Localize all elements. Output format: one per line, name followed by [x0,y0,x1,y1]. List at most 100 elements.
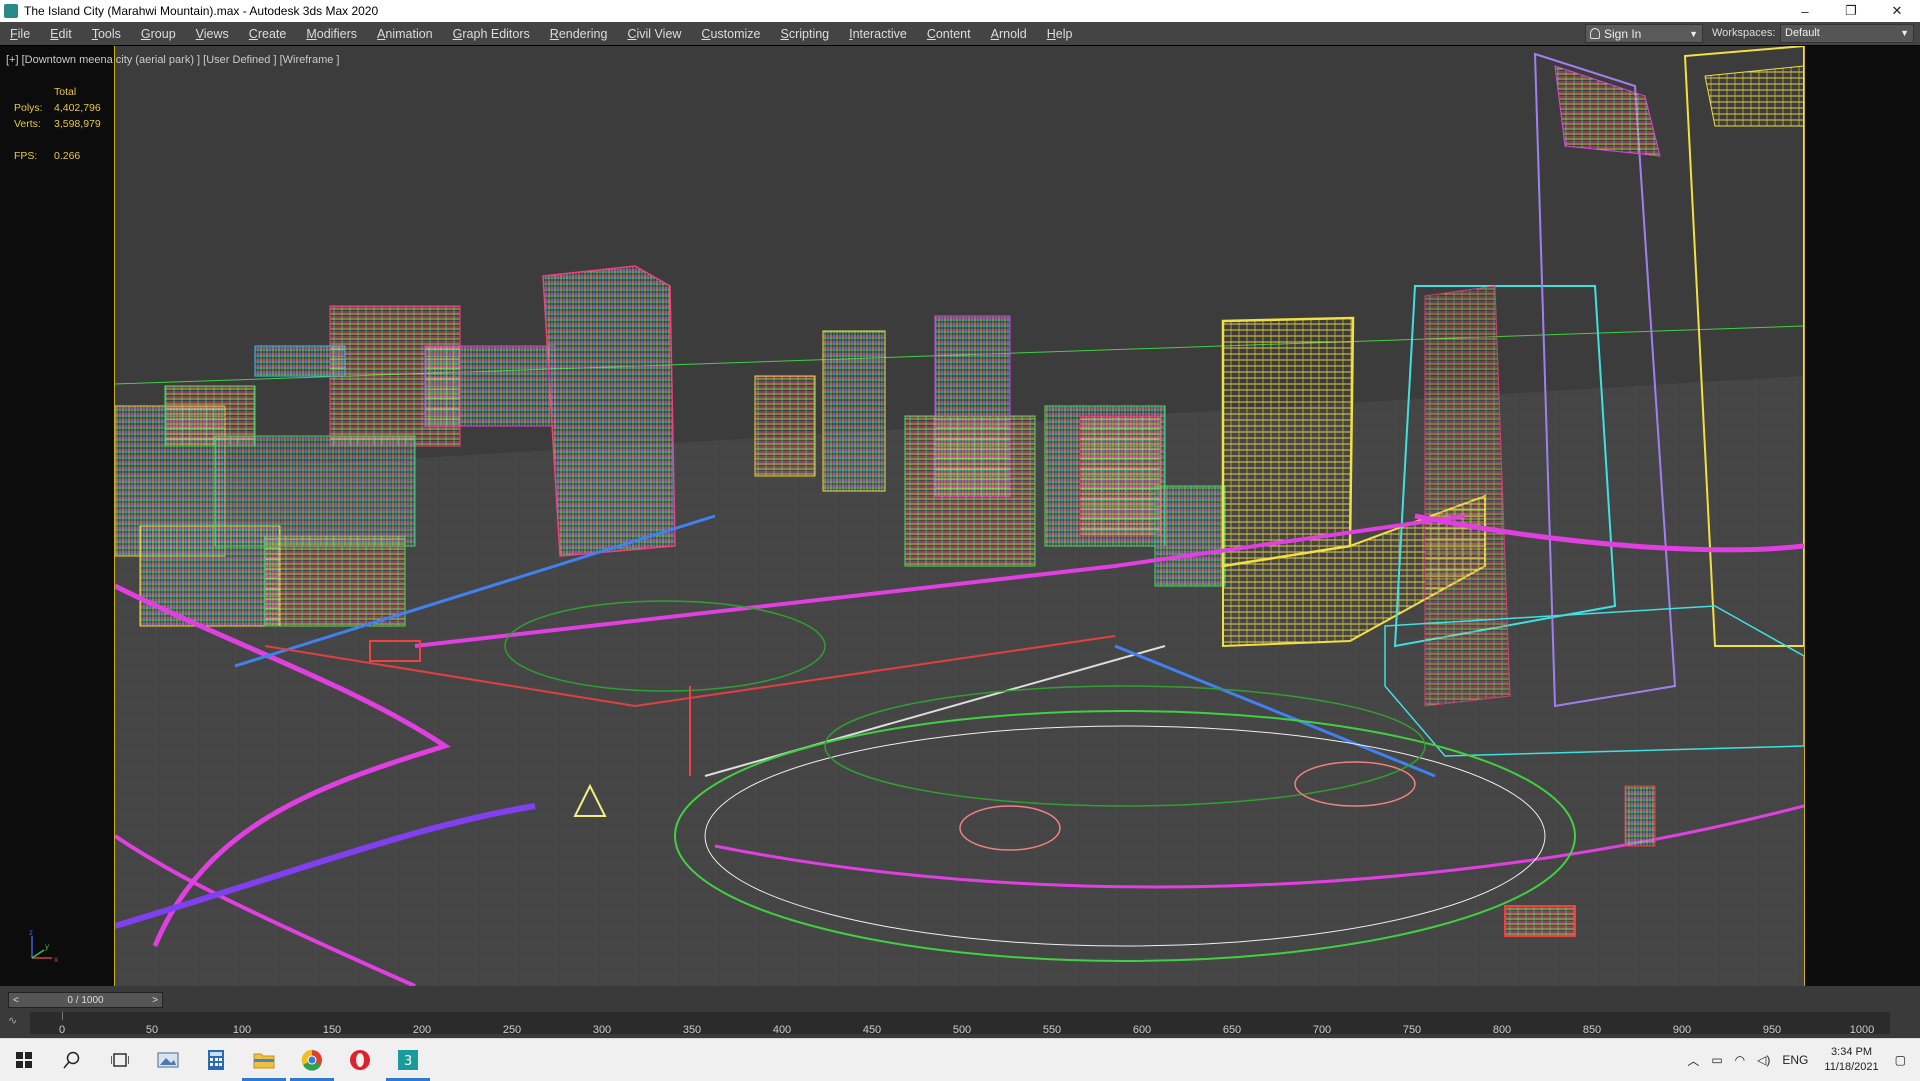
chrome-icon[interactable] [288,1039,336,1081]
prev-frame-button[interactable]: < [13,995,19,1006]
task-view-icon[interactable] [96,1039,144,1081]
svg-text:3: 3 [404,1054,412,1069]
verts-value: 3,598,979 [54,118,101,130]
clock-date: 11/18/2021 [1824,1061,1879,1073]
menu-customize[interactable]: Customize [691,27,770,41]
tick-label: 750 [1402,1024,1422,1036]
structure [1504,905,1576,937]
building [1154,485,1226,587]
tick-label: 850 [1582,1024,1602,1036]
polys-value: 4,402,796 [54,102,101,114]
calculator-app-icon[interactable] [192,1039,240,1081]
workspaces-select[interactable]: Default ▼ [1780,24,1914,43]
volume-icon[interactable]: ◁) [1757,1053,1770,1067]
menu-content[interactable]: Content [917,27,981,41]
wireframe-scene[interactable] [115,46,1804,986]
tick-label: 1000 [1849,1024,1875,1036]
user-icon [1590,28,1600,39]
minimize-button[interactable]: – [1782,0,1828,22]
menu-rendering[interactable]: Rendering [540,27,618,41]
menu-interactive[interactable]: Interactive [839,27,917,41]
viewport[interactable]: [+] [Downtown meena city (aerial park) ]… [0,46,1920,986]
sign-in-dropdown[interactable]: Sign In ▼ [1585,24,1703,43]
wifi-icon[interactable]: ◠ [1735,1053,1745,1067]
notifications-icon[interactable]: ▢ [1895,1053,1906,1067]
tick-label: 300 [592,1024,612,1036]
menu-edit[interactable]: Edit [40,27,82,41]
taskbar: 3 ︿ ▭ ◠ ◁) ENG 3:34 PM 11/18/2021 ▢ [0,1038,1920,1081]
tower [542,265,676,557]
tick-label: 800 [1492,1024,1512,1036]
building [754,375,816,477]
3ds-max-app-icon[interactable]: 3 [384,1039,432,1081]
menu-civil-view[interactable]: Civil View [617,27,691,41]
tick-label: 500 [952,1024,972,1036]
timeline-bar: < 0 / 1000 > ∿ 0 50 100 150 200 250 300 … [0,986,1920,1038]
menu-group[interactable]: Group [131,27,186,41]
close-button[interactable]: ✕ [1874,0,1920,22]
gizmo-z: z [29,928,33,937]
axis-gizmo-icon: x y z [29,928,58,964]
fps-value: 0.266 [54,150,81,162]
statistics-overlay: Total Polys: 4,402,796 Verts: 3,598,979 FP… [14,84,101,164]
app-icon [4,4,18,18]
polys-label: Polys: [14,102,43,114]
menu-graph-editors[interactable]: Graph Editors [443,27,540,41]
menu-arnold[interactable]: Arnold [981,27,1037,41]
frame-counter: 0 / 1000 [67,994,104,1006]
building [264,535,406,627]
tick-label: 50 [145,1024,159,1036]
building [424,345,556,427]
menu-views[interactable]: Views [186,27,239,41]
next-frame-button[interactable]: > [152,995,158,1006]
tick-label: 150 [322,1024,342,1036]
verts-label: Verts: [14,118,41,130]
gizmo-y: y [45,942,49,951]
file-explorer-icon[interactable] [240,1039,288,1081]
building [822,330,886,492]
curve-editor-icon[interactable]: ∿ [8,1014,28,1032]
tick [62,1012,63,1020]
building [904,415,1036,567]
windows-start-icon[interactable] [0,1039,48,1081]
restore-button[interactable]: ❐ [1828,0,1874,22]
menu-animation[interactable]: Animation [367,27,443,41]
menu-scripting[interactable]: Scripting [770,27,839,41]
menu-create[interactable]: Create [239,27,297,41]
title-bar: The Island City (Marahwi Mountain).max -… [0,0,1920,22]
tower-crown [1704,65,1804,127]
tower [1424,285,1511,707]
workspaces-value: Default [1785,27,1820,39]
fps-label: FPS: [14,150,38,162]
sign-in-label: Sign In [1604,26,1642,41]
tick-label: 350 [682,1024,702,1036]
language-indicator[interactable]: ENG [1782,1053,1808,1067]
viewport-right-margin [1804,46,1920,986]
time-slider[interactable]: < 0 / 1000 > [8,992,163,1008]
tick-label: 600 [1132,1024,1152,1036]
menu-file[interactable]: File [0,27,40,41]
menu-tools[interactable]: Tools [82,27,131,41]
viewport-label[interactable]: [+] [Downtown meena city (aerial park) ]… [6,54,339,66]
menu-modifiers[interactable]: Modifiers [296,27,367,41]
chevron-down-icon: ▼ [1900,28,1909,38]
tick-label: 100 [232,1024,252,1036]
tick-label: 650 [1222,1024,1242,1036]
clock-time: 3:34 PM [1831,1046,1873,1058]
system-tray: ︿ ▭ ◠ ◁) ENG 3:34 PM 11/18/2021 ▢ [1681,1039,1920,1081]
battery-icon[interactable]: ▭ [1711,1053,1722,1067]
building [254,345,346,377]
tick-label: 0 [58,1024,66,1036]
tick-label: 900 [1672,1024,1692,1036]
opera-icon[interactable] [336,1039,384,1081]
workspaces-label: Workspaces: [1712,27,1776,39]
tick-label: 950 [1762,1024,1782,1036]
timeline-track[interactable]: 0 50 100 150 200 250 300 350 400 450 500… [30,1012,1890,1036]
clock[interactable]: 3:34 PM 11/18/2021 [1824,1045,1878,1075]
search-icon[interactable] [48,1039,96,1081]
photos-app-icon[interactable] [144,1039,192,1081]
tick-label: 700 [1312,1024,1332,1036]
window-title: The Island City (Marahwi Mountain).max -… [24,4,379,18]
menu-help[interactable]: Help [1037,27,1083,41]
chevron-up-icon[interactable]: ︿ [1687,1052,1699,1069]
